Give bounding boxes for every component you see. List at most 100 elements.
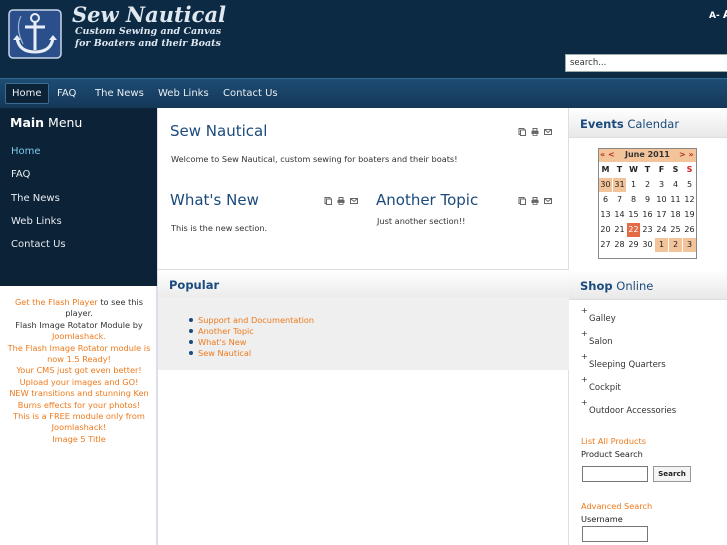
calendar-day[interactable]: 28 [613,238,626,252]
calendar-day[interactable]: 1 [655,238,668,252]
calendar-day[interactable]: 2 [641,178,654,192]
shop-item-galley[interactable]: Galley [589,314,616,324]
shop-online-header: Shop Online [569,270,727,300]
calendar-day[interactable]: 9 [641,193,654,207]
anchor-logo-icon[interactable] [7,8,63,60]
calendar-day[interactable]: 1 [627,178,640,192]
calendar-day[interactable]: 19 [683,208,696,222]
nav-home[interactable]: Home [5,83,49,104]
calendar-day[interactable]: 13 [599,208,612,222]
bullet-icon: + [581,329,588,338]
nav-contact-us[interactable]: Contact Us [217,83,284,104]
font-increase-button[interactable]: A [723,8,727,21]
flash-module-text: Get the Flash Player to see this player.… [6,297,152,444]
font-decrease-button[interactable]: A- [709,11,720,21]
calendar-day[interactable]: 3 [655,178,668,192]
calendar-prev-button[interactable]: « < [600,150,615,159]
article-intro: Welcome to Sew Nautical, custom sewing f… [171,154,458,164]
shop-item-salon[interactable]: Salon [589,337,613,347]
calendar-day[interactable]: 4 [669,178,682,192]
calendar-day[interactable]: 21 [613,223,626,237]
calendar-day[interactable]: 20 [599,223,612,237]
pdf-icon[interactable] [324,197,332,205]
calendar-day[interactable]: 23 [641,223,654,237]
nav-web-links[interactable]: Web Links [152,83,215,104]
menu-item-web-links[interactable]: Web Links [11,216,62,227]
calendar-day[interactable]: 30 [641,238,654,252]
nav-the-news[interactable]: The News [89,83,150,104]
calendar-day[interactable]: 7 [613,193,626,207]
calendar-day[interactable]: 16 [641,208,654,222]
calendar-day[interactable]: 31 [613,178,626,192]
calendar-day[interactable]: 25 [669,223,682,237]
menu-item-home[interactable]: Home [11,146,41,157]
shop-item-sleeping-quarters[interactable]: Sleeping Quarters [589,360,666,370]
calendar-next-button[interactable]: > » [679,150,694,159]
article-title[interactable]: Sew Nautical [170,122,267,140]
calendar-day[interactable]: 17 [655,208,668,222]
another-topic-title[interactable]: Another Topic [376,191,478,209]
calendar-day[interactable]: 5 [683,178,696,192]
calendar-day[interactable]: 26 [683,223,696,237]
calendar-day[interactable]: 14 [613,208,626,222]
joomlashack-link[interactable]: Joomlashack. [6,331,152,342]
print-icon[interactable] [531,197,539,205]
calendar-weekday: M [601,165,610,174]
shop-item-cockpit[interactable]: Cockpit [589,383,621,393]
list-all-products-link[interactable]: List All Products [581,436,646,446]
product-search-input[interactable] [582,466,648,482]
nav-faq[interactable]: FAQ [51,83,82,104]
email-icon[interactable] [350,197,358,205]
popular-title: Popular [169,278,220,292]
username-input[interactable] [582,526,648,542]
right-sidebar: Events Calendar « < June 2011 > » MTWTFS… [569,108,727,545]
calendar-day[interactable]: 8 [627,193,640,207]
calendar-day[interactable]: 29 [627,238,640,252]
email-icon[interactable] [544,128,552,136]
calendar-weekday: T [644,165,651,174]
menu-item-the-news[interactable]: The News [11,193,60,204]
calendar-day[interactable]: 10 [655,193,668,207]
whats-new-actions [324,197,358,205]
another-topic-text: Just another section!! [377,216,466,226]
bullet-icon: + [581,306,588,315]
pdf-icon[interactable] [518,197,526,205]
email-icon[interactable] [544,197,552,205]
print-icon[interactable] [531,128,539,136]
events-calendar-header: Events Calendar [569,108,727,138]
print-icon[interactable] [337,197,345,205]
get-flash-player-link[interactable]: Get the Flash Player [15,297,98,307]
popular-item[interactable]: Support and Documentation [188,315,314,325]
menu-item-contact-us[interactable]: Contact Us [11,239,66,250]
bullet-icon: + [581,398,588,407]
pdf-icon[interactable] [518,128,526,136]
calendar-day[interactable]: 27 [599,238,612,252]
calendar-month-label: June 2011 [625,150,670,159]
calendar-day[interactable]: 6 [599,193,612,207]
calendar-header: « < June 2011 > » [599,149,696,162]
calendar-day[interactable]: 18 [669,208,682,222]
popular-header: Popular [158,269,569,297]
site-title[interactable]: Sew Nautical [72,2,226,27]
menu-item-faq[interactable]: FAQ [11,169,30,180]
advanced-search-link[interactable]: Advanced Search [581,501,652,511]
site-header: Sew Nautical Custom Sewing and Canvas fo… [0,0,727,78]
shop-item-outdoor-accessories[interactable]: Outdoor Accessories [589,406,676,416]
calendar-day[interactable]: 2 [669,238,682,252]
calendar-day[interactable]: 12 [683,193,696,207]
search-input[interactable] [565,54,727,72]
calendar-day[interactable]: 22 [627,223,640,237]
popular-item[interactable]: What's New [189,337,247,347]
popular-item[interactable]: Another Topic [189,326,254,336]
another-topic-actions [518,197,552,205]
calendar-weekday: F [658,165,665,174]
calendar-day[interactable]: 11 [669,193,682,207]
calendar-day[interactable]: 3 [683,238,696,252]
calendar-day[interactable]: 15 [627,208,640,222]
top-navigation: Home FAQ The News Web Links Contact Us [0,78,727,108]
whats-new-title[interactable]: What's New [170,191,259,209]
calendar-day[interactable]: 30 [599,178,612,192]
calendar-day[interactable]: 24 [655,223,668,237]
popular-item[interactable]: Sew Nautical [188,348,251,358]
product-search-button[interactable]: Search [653,466,691,482]
